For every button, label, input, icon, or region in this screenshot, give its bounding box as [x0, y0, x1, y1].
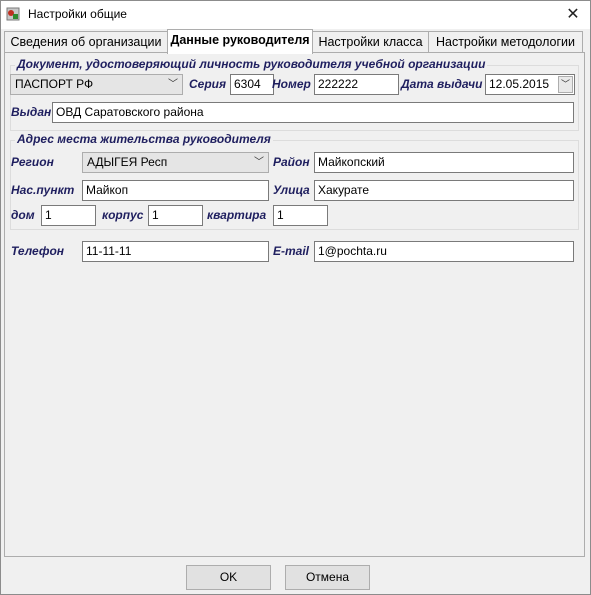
issue-date-label: Дата выдачи [401, 77, 483, 91]
doc-type-value: ПАСПОРТ РФ [15, 77, 94, 91]
district-input[interactable]: Майкопский [314, 152, 574, 173]
apartment-input[interactable]: 1 [273, 205, 328, 226]
series-label: Серия [189, 77, 227, 91]
issued-by-input[interactable]: ОВД Саратовского района [52, 102, 574, 123]
district-label: Район [273, 155, 310, 169]
doc-type-select[interactable]: ПАСПОРТ РФ ﹀ [10, 74, 183, 95]
title-bar: Настройки общие ✕ [1, 1, 590, 29]
region-value: АДЫГЕЯ Респ [87, 155, 168, 169]
issued-by-label: Выдан [11, 105, 52, 119]
series-input[interactable]: 6304 [230, 74, 274, 95]
chevron-down-icon: ﹀ [254, 157, 264, 168]
tab-strip: Сведения об организации Данные руководит… [1, 29, 590, 54]
tab-class-settings[interactable]: Настройки класса [312, 31, 429, 53]
window-title: Настройки общие [28, 7, 127, 21]
phone-label: Телефон [11, 244, 65, 258]
tab-manager-data[interactable]: Данные руководителя [167, 29, 313, 54]
chevron-down-icon: ﹀ [168, 79, 178, 90]
house-input[interactable]: 1 [41, 205, 96, 226]
close-icon[interactable]: ✕ [561, 4, 585, 26]
issue-date-picker[interactable]: 12.05.2015 ﹀ [485, 74, 575, 95]
phone-input[interactable]: 11-11-11 [82, 241, 269, 262]
number-label: Номер [272, 77, 311, 91]
locality-input[interactable]: Майкоп [82, 180, 269, 201]
tab-panel-manager-data: Документ, удостоверяющий личность руково… [4, 52, 585, 557]
region-select[interactable]: АДЫГЕЯ Респ ﹀ [82, 152, 269, 173]
document-group-title: Документ, удостоверяющий личность руково… [15, 57, 488, 71]
apartment-label: квартира [207, 208, 267, 222]
house-label: дом [11, 208, 35, 222]
building-label: корпус [102, 208, 144, 222]
building-input[interactable]: 1 [148, 205, 203, 226]
tab-organization-info[interactable]: Сведения об организации [4, 31, 168, 53]
chevron-down-icon[interactable]: ﹀ [558, 76, 573, 93]
address-group-title: Адрес места жительства руководителя [15, 132, 273, 146]
street-label: Улица [273, 183, 310, 197]
street-input[interactable]: Хакурате [314, 180, 574, 201]
tab-methodology-settings[interactable]: Настройки методологии [428, 31, 583, 53]
region-label: Регион [11, 155, 54, 169]
locality-label: Нас.пункт [11, 183, 75, 197]
app-icon [6, 7, 20, 21]
settings-window: Настройки общие ✕ Сведения об организаци… [0, 0, 591, 595]
number-input[interactable]: 222222 [314, 74, 399, 95]
email-label: E-mail [273, 244, 310, 258]
issue-date-value: 12.05.2015 [489, 77, 550, 91]
cancel-button[interactable]: Отмена [285, 565, 370, 590]
ok-button[interactable]: OK [186, 565, 271, 590]
email-input[interactable]: 1@pochta.ru [314, 241, 574, 262]
